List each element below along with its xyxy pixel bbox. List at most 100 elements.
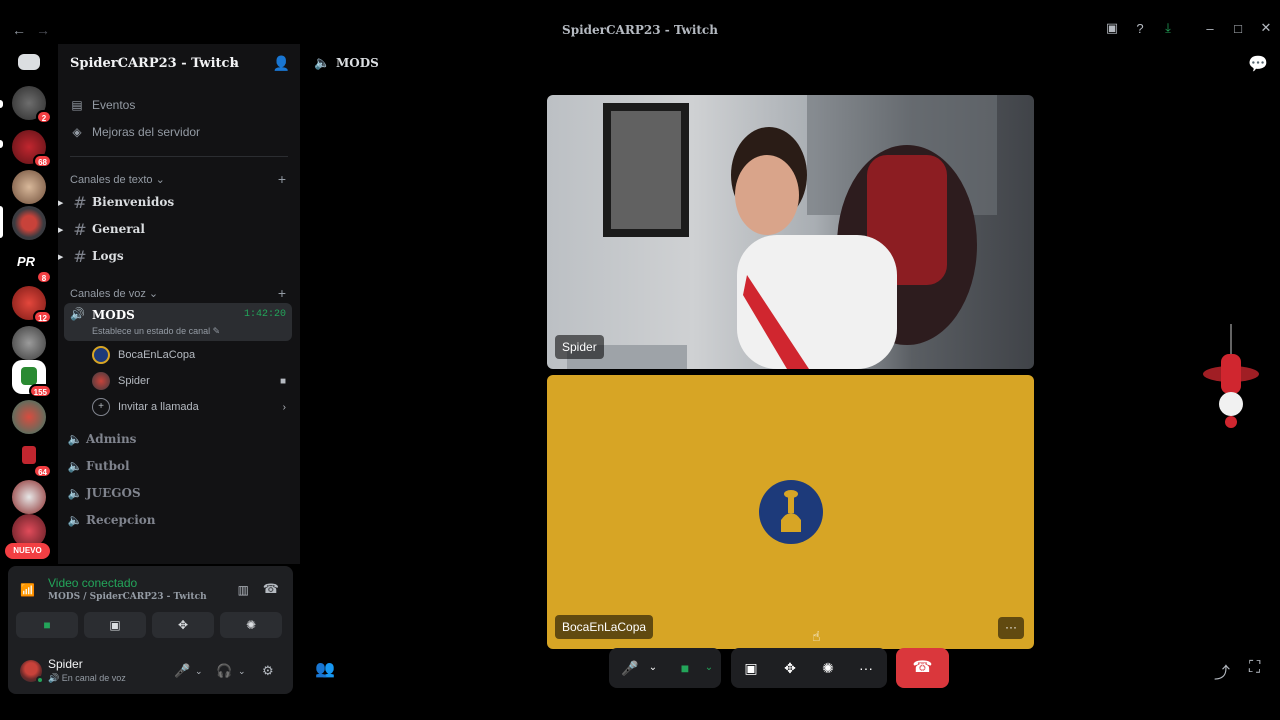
server-icon[interactable]: PR 8 — [12, 246, 52, 284]
server-icon[interactable]: 2 — [12, 86, 52, 124]
invite-to-call[interactable]: + Invitar a llamada › — [92, 396, 292, 418]
channel-bienvenidos[interactable]: ▶ # Bienvenidos — [58, 190, 300, 214]
server-icon[interactable] — [12, 480, 46, 514]
maximize-icon[interactable]: □ — [1224, 21, 1252, 36]
voice-member[interactable]: BocaEnLaCopa — [92, 344, 292, 366]
chevron-down-icon[interactable]: ⌄ — [195, 666, 203, 677]
call-timer: 1:42:20 — [243, 309, 286, 320]
screen-share-icon[interactable]: ▣ — [1098, 20, 1126, 36]
channel-general[interactable]: ▶ # General — [58, 217, 300, 241]
voice-member[interactable]: Spider ■ — [92, 370, 292, 392]
avatar — [759, 480, 823, 544]
calendar-icon: ▤ — [71, 98, 83, 112]
share-screen-button[interactable]: ▣ — [84, 612, 146, 638]
voice-channel-futbol[interactable]: 🔈 Futbol — [64, 454, 292, 478]
speaker-icon: 🔈 — [67, 513, 83, 527]
microphone-icon[interactable]: 🎤 — [174, 663, 190, 679]
download-icon[interactable]: ⤓ — [1154, 20, 1182, 36]
avatar — [92, 372, 110, 390]
speaker-icon: 🔊 — [70, 307, 85, 321]
noise-suppression-icon[interactable]: ▥ — [238, 583, 249, 597]
disconnect-icon[interactable]: ☎ — [263, 581, 279, 597]
end-call-button[interactable]: ☎ — [896, 648, 949, 688]
microphone-icon[interactable]: 🎤 — [620, 648, 640, 688]
speaker-icon: 🔈 — [67, 459, 83, 473]
add-person-icon: + — [92, 398, 110, 416]
hash-icon: # — [73, 219, 87, 239]
minimize-icon[interactable]: – — [1196, 21, 1224, 36]
speaker-icon: 🔈 — [67, 432, 83, 446]
server-rail: 2 68 PR 8 12 155 64 NUEVO — [0, 44, 58, 584]
speaker-icon: 🔈 — [314, 55, 331, 70]
camera-icon[interactable]: ■ — [672, 648, 698, 688]
voice-category[interactable]: Canales de voz ⌄ — [70, 287, 158, 300]
avatar — [92, 346, 110, 364]
channel-sidebar: SpiderCARP23 - Twitch ⌄ 👤 ▤ Eventos ◈ Me… — [58, 44, 300, 564]
server-icon-active[interactable] — [12, 206, 46, 240]
set-channel-status[interactable]: Establece un estado de canal ✎ — [92, 326, 220, 337]
title-bar: ← → SpiderCARP23 - Twitch ▣ ? ⤓ – □ ✕ — [0, 0, 1280, 44]
invite-people-icon[interactable]: 👥 — [315, 659, 335, 679]
server-boosts-item[interactable]: ◈ Mejoras del servidor — [70, 121, 200, 143]
spiderman-decoration-icon — [1203, 324, 1259, 428]
participant-name: BocaEnLaCopa — [555, 615, 654, 639]
pop-out-icon[interactable]: ⤴ — [1214, 659, 1230, 683]
text-category[interactable]: Canales de texto ⌄ — [70, 173, 165, 186]
settings-gear-icon[interactable]: ⚙ — [262, 663, 274, 679]
server-icon[interactable]: 155 — [12, 360, 52, 398]
server-icon[interactable] — [12, 326, 46, 360]
add-member-icon[interactable]: 👤 — [273, 55, 290, 72]
chat-bubble-icon[interactable]: 💬 — [1248, 54, 1268, 74]
soundboard-button[interactable]: ✺ — [220, 612, 282, 638]
more-options-button[interactable]: ··· — [998, 617, 1024, 639]
activities-button[interactable]: ✥ — [152, 612, 214, 638]
discord-home-icon[interactable] — [18, 54, 40, 70]
server-icon[interactable]: 12 — [12, 286, 52, 324]
video-icon: ■ — [279, 375, 286, 387]
window-title: SpiderCARP23 - Twitch — [562, 23, 718, 37]
chevron-down-icon[interactable]: ⌄ — [238, 666, 246, 677]
share-screen-icon[interactable]: ▣ — [740, 648, 762, 688]
chevron-down-icon: ⌄ — [230, 56, 240, 68]
signal-icon[interactable]: 📶 — [20, 583, 35, 597]
chevron-right-icon: › — [282, 401, 286, 413]
fullscreen-icon[interactable]: ⛶ — [1249, 659, 1260, 677]
chevron-down-icon[interactable]: ⌄ — [700, 648, 718, 688]
add-voice-channel-icon[interactable]: + — [278, 285, 286, 301]
close-icon[interactable]: ✕ — [1252, 20, 1280, 36]
user-panel: Spider 🔊 En canal de voz 🎤 ⌄ 🎧 ⌄ ⚙ — [8, 648, 293, 694]
server-icon[interactable] — [12, 400, 46, 434]
video-tile-spider[interactable]: Spider — [547, 95, 1034, 369]
server-icon[interactable]: 64 — [12, 440, 52, 478]
online-status-dot — [36, 676, 44, 684]
soundboard-icon[interactable]: ✺ — [817, 648, 839, 688]
new-badge: NUEVO — [5, 543, 50, 559]
connection-status[interactable]: Video conectado — [48, 576, 137, 590]
server-icon[interactable]: 68 — [12, 130, 52, 168]
voice-channel-juegos[interactable]: 🔈 JUEGOS — [64, 481, 292, 505]
user-status: 🔊 En canal de voz — [48, 673, 126, 683]
voice-channel-admins[interactable]: 🔈 Admins — [64, 427, 292, 451]
voice-channel-mods[interactable]: 🔊 MODS 1:42:20 Establece un estado de ca… — [64, 303, 292, 341]
events-item[interactable]: ▤ Eventos — [70, 94, 135, 116]
voice-channel-recepcion[interactable]: 🔈 Recepcion — [64, 508, 292, 532]
headphones-icon[interactable]: 🎧 — [216, 663, 232, 679]
participant-name: Spider — [555, 335, 604, 359]
chevron-down-icon[interactable]: ⌄ — [644, 648, 662, 688]
mouse-cursor: ☝ — [812, 628, 821, 644]
connection-channel: MODS / SpiderCARP23 - Twitch — [48, 592, 207, 602]
more-options-icon[interactable]: ··· — [855, 648, 877, 688]
voice-connection-panel: 📶 Video conectado MODS / SpiderCARP23 - … — [8, 566, 293, 648]
guild-header[interactable]: SpiderCARP23 - Twitch ⌄ 👤 — [58, 44, 300, 84]
call-channel-name: MODS — [336, 56, 379, 70]
video-tile-bocaenlacopa[interactable]: BocaEnLaCopa ··· — [547, 375, 1034, 649]
username[interactable]: Spider — [48, 657, 83, 671]
trophy-icon — [761, 482, 821, 542]
activities-icon[interactable]: ✥ — [779, 648, 801, 688]
channel-logs[interactable]: ▶ # Logs — [58, 244, 300, 268]
hash-icon: # — [73, 246, 87, 266]
server-icon[interactable] — [12, 170, 46, 204]
help-icon[interactable]: ? — [1126, 21, 1154, 36]
add-channel-icon[interactable]: + — [278, 171, 286, 187]
camera-button[interactable]: ■ — [16, 612, 78, 638]
